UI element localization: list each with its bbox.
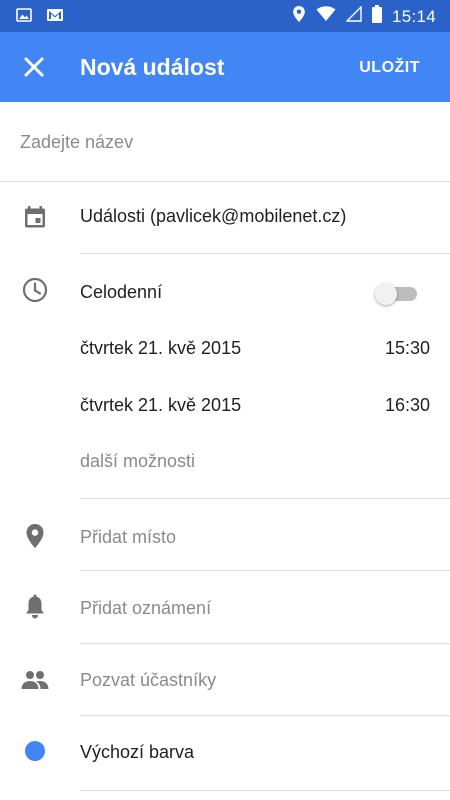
divider [80,643,450,644]
image-notification-icon [16,7,32,28]
gmail-notification-icon [46,7,64,28]
more-options-link[interactable]: další možnosti [80,451,195,472]
status-system: 15:14 [292,5,436,28]
people-icon [21,666,49,694]
divider [80,715,450,716]
close-button[interactable] [18,51,50,83]
cell-signal-icon [345,5,362,27]
location-field[interactable]: Přidat místo [80,527,176,548]
status-time: 15:14 [391,6,436,26]
app-bar: Nová událost ULOŽIT [0,32,450,102]
color-selector[interactable]: Výchozí barva [80,742,194,763]
event-title-input[interactable] [0,102,450,182]
close-icon [24,57,44,77]
divider [80,253,450,254]
end-time[interactable]: 16:30 [385,395,430,416]
clock-icon [21,276,49,304]
divider [80,790,450,791]
calendar-selector[interactable]: Události (pavlicek@mobilenet.cz) [80,206,346,227]
location-pin-icon [21,522,49,550]
guests-field[interactable]: Pozvat účastníky [80,670,216,691]
color-swatch[interactable] [25,741,45,761]
save-button[interactable]: ULOŽIT [359,59,420,77]
location-icon [292,5,306,28]
bell-icon [21,593,49,621]
wifi-icon [316,6,336,27]
toggle-thumb [375,283,397,305]
all-day-toggle[interactable] [375,283,419,305]
divider [80,570,450,571]
end-date[interactable]: čtvrtek 21. kvě 2015 [80,395,241,416]
page-title: Nová událost [80,54,225,80]
all-day-label: Celodenní [80,282,163,302]
start-date[interactable]: čtvrtek 21. kvě 2015 [80,338,241,359]
divider [80,498,450,499]
notification-field[interactable]: Přidat oznámení [80,598,211,619]
start-time[interactable]: 15:30 [385,338,430,359]
calendar-icon [21,203,49,231]
status-notifications [16,7,64,28]
status-bar: 15:14 [0,0,450,32]
battery-icon [371,5,382,28]
divider [0,181,450,182]
